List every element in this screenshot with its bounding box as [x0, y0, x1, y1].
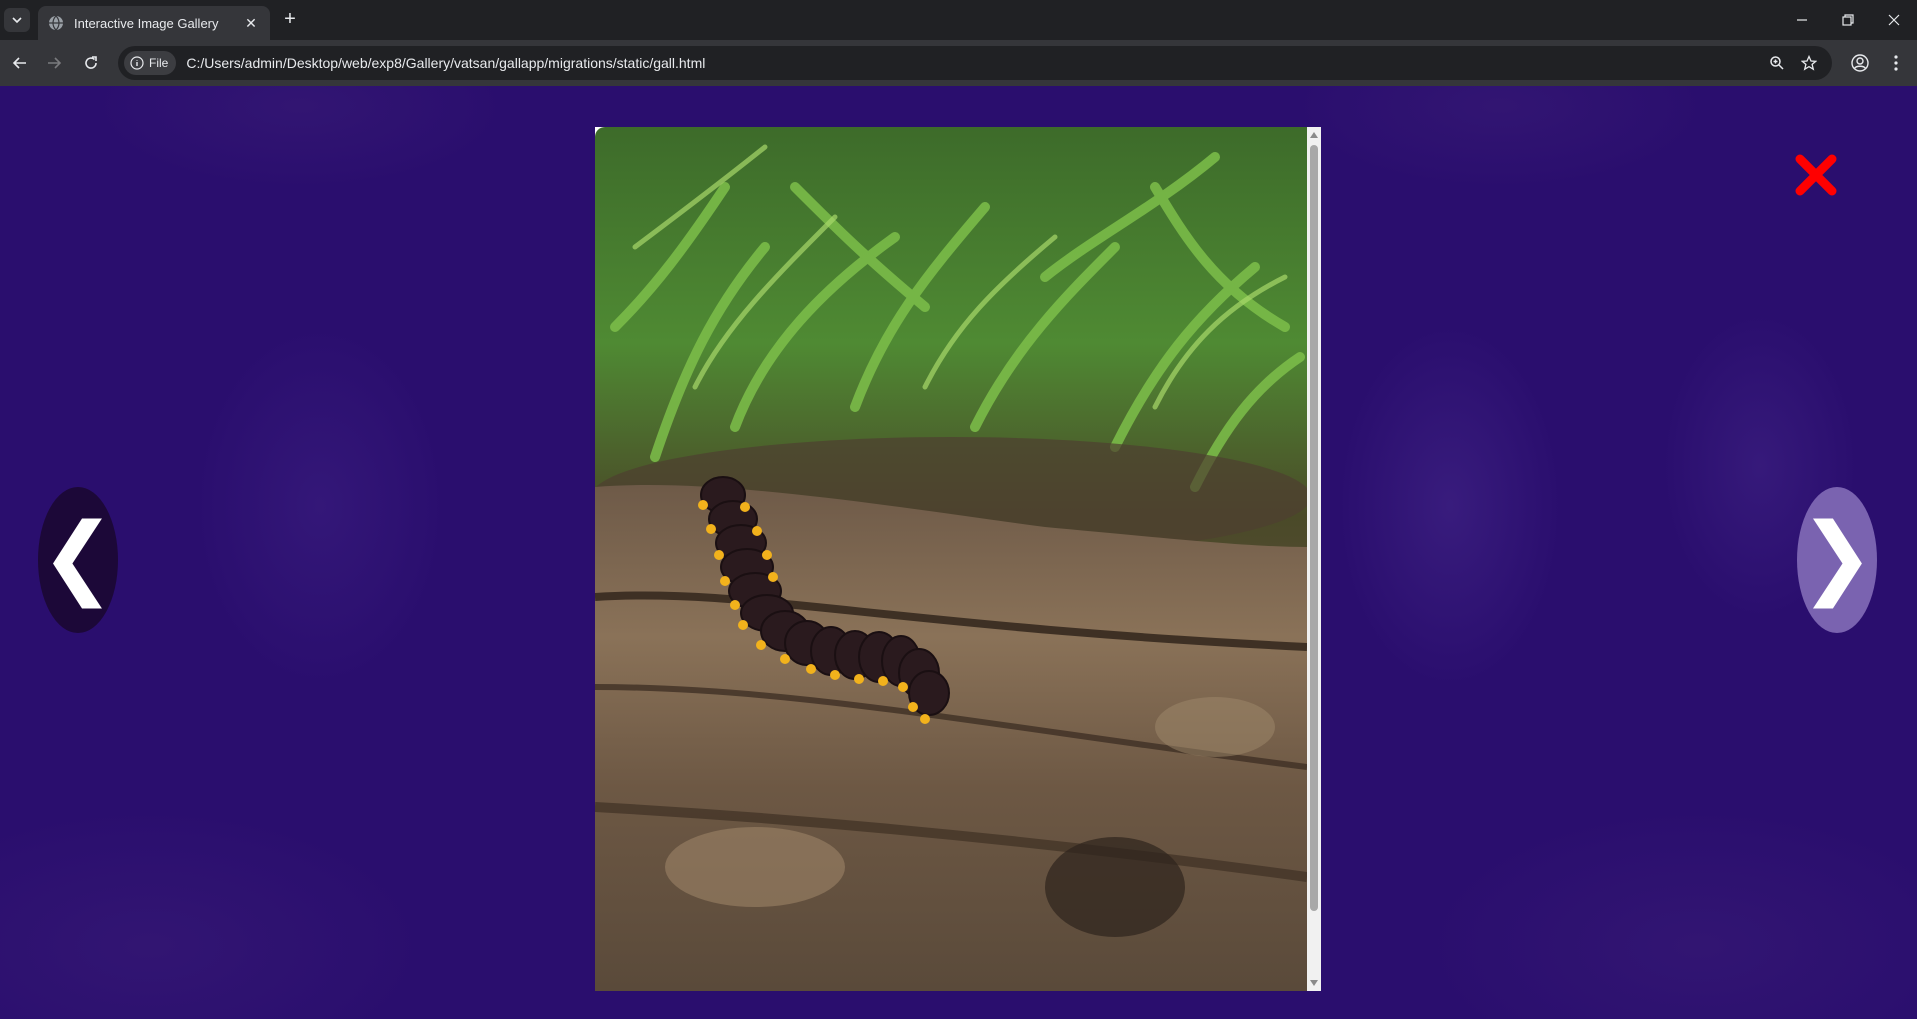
- image-viewer: [595, 127, 1321, 991]
- profile-icon: [1851, 54, 1869, 72]
- gallery-image: [595, 127, 1307, 991]
- viewer-scrollbar[interactable]: [1307, 127, 1321, 991]
- globe-icon: [49, 15, 63, 31]
- next-image-button[interactable]: ❯: [1797, 487, 1877, 633]
- tab-title: Interactive Image Gallery: [74, 15, 219, 31]
- millipede-photo: [595, 127, 1307, 991]
- browser-tab[interactable]: Interactive Image Gallery ✕: [38, 6, 270, 40]
- browser-tab-strip: Interactive Image Gallery ✕ +: [0, 0, 1917, 40]
- zoom-icon: [1770, 56, 1784, 70]
- new-tab-button[interactable]: +: [278, 8, 302, 32]
- site-info-chip[interactable]: File: [124, 51, 177, 75]
- browser-toolbar: File C:/Users/admin/Desktop/web/exp8/Gal…: [0, 40, 1917, 86]
- site-info-label: File: [149, 56, 169, 70]
- forward-button[interactable]: [42, 51, 66, 75]
- back-arrow-icon: [12, 57, 26, 69]
- reload-button[interactable]: [79, 51, 103, 75]
- chevron-down-icon: [12, 17, 22, 24]
- scroll-thumb[interactable]: [1310, 145, 1318, 911]
- previous-image-button[interactable]: ❮: [38, 487, 118, 633]
- star-icon: [1801, 55, 1817, 71]
- url-text[interactable]: C:/Users/admin/Desktop/web/exp8/Gallery/…: [186, 55, 705, 71]
- scroll-up-arrow-icon[interactable]: [1310, 132, 1318, 138]
- zoom-button[interactable]: [1767, 53, 1787, 73]
- reload-icon: [85, 56, 97, 69]
- kebab-menu-icon: [1894, 55, 1898, 71]
- profile-button[interactable]: [1848, 51, 1872, 75]
- tab-close-icon[interactable]: ✕: [242, 14, 260, 32]
- minimize-button[interactable]: [1779, 0, 1825, 40]
- tab-search-button[interactable]: [4, 8, 30, 32]
- forward-arrow-icon: [48, 57, 62, 69]
- close-x-icon: [1795, 154, 1837, 196]
- close-icon: [1888, 14, 1900, 26]
- window-close-button[interactable]: [1871, 0, 1917, 40]
- close-gallery-button[interactable]: [1792, 151, 1840, 199]
- restore-icon: [1842, 14, 1854, 26]
- address-bar[interactable]: File C:/Users/admin/Desktop/web/exp8/Gal…: [118, 46, 1832, 80]
- gallery-page: ❮ ❯: [0, 86, 1917, 1019]
- info-icon: [130, 56, 144, 70]
- scroll-down-arrow-icon[interactable]: [1310, 980, 1318, 986]
- minimize-icon: [1797, 19, 1807, 21]
- restore-button[interactable]: [1825, 0, 1871, 40]
- back-button[interactable]: [8, 51, 32, 75]
- bookmark-button[interactable]: [1799, 53, 1819, 73]
- menu-button[interactable]: [1884, 51, 1908, 75]
